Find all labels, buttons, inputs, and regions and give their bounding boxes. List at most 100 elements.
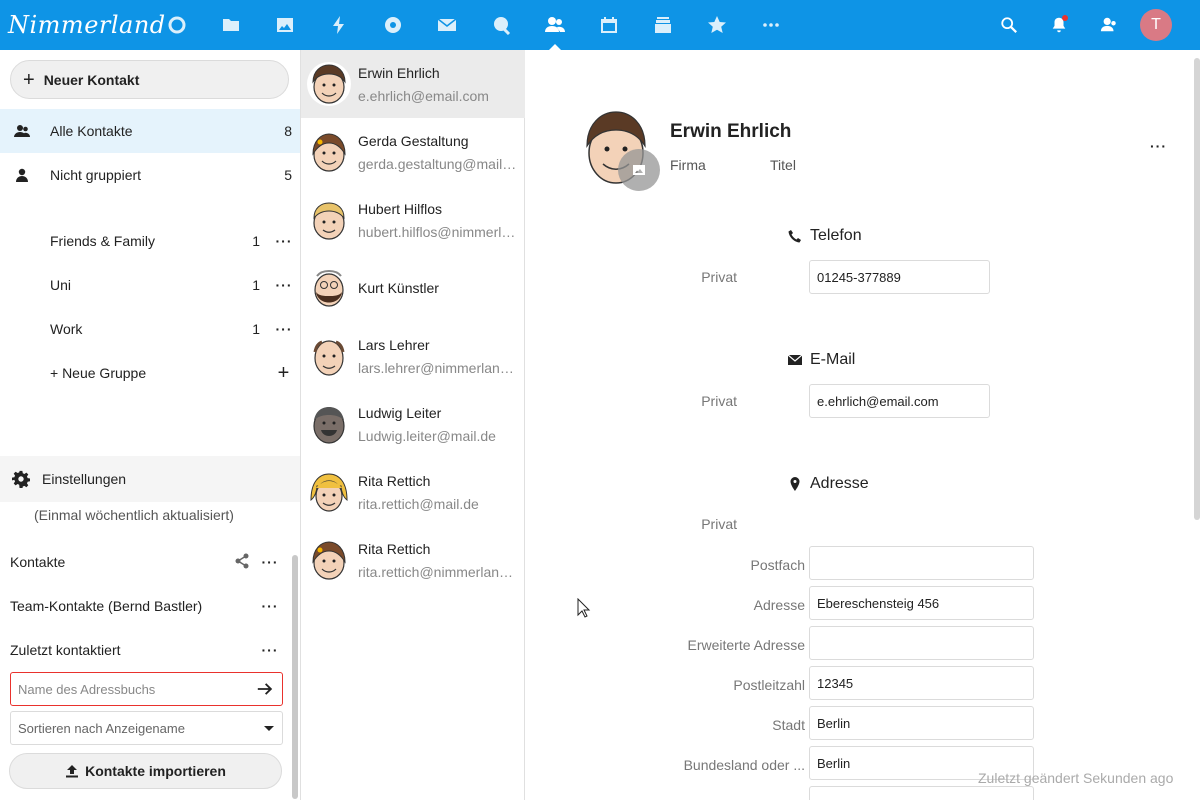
contact-list-item[interactable]: Rita Rettich rita.rettich@mail.de [301, 458, 525, 526]
contact-avatar [313, 340, 345, 376]
mail-icon[interactable] [420, 0, 474, 50]
postal-code-input[interactable]: 12345 [809, 666, 1034, 700]
dashboard-icon[interactable] [150, 0, 204, 50]
app-navigation: + Neuer Kontakt Alle Kontakte 8 Nicht gru… [0, 50, 300, 800]
notifications-icon[interactable] [1034, 0, 1084, 50]
import-contacts-button[interactable]: Kontakte importieren [9, 753, 282, 789]
nav-label: Uni [50, 277, 72, 293]
addressbook-more-icon[interactable]: ··· [250, 598, 290, 614]
contact-list-item[interactable]: Kurt Künstler [301, 254, 525, 322]
talk-icon[interactable] [366, 0, 420, 50]
title-field[interactable]: Titel [770, 157, 796, 173]
sort-selected-value: Sortieren nach Anzeigename [18, 720, 185, 736]
phone-type-label[interactable]: Privat [685, 269, 737, 285]
addressbook-row: Kontakte ··· [10, 547, 290, 577]
contact-avatar [312, 541, 346, 580]
photos-icon[interactable] [258, 0, 312, 50]
import-label: Kontakte importieren [85, 763, 226, 779]
contact-list-item[interactable]: Gerda Gestaltung gerda.gestaltung@mail.de [301, 118, 525, 186]
email-section-header: E-Mail [788, 351, 855, 369]
nav-count: 8 [284, 123, 292, 139]
app-menu [150, 0, 798, 50]
new-group-button[interactable]: + Neue Gruppe + [0, 351, 300, 395]
nav-label: Alle Kontakte [50, 123, 133, 139]
group-more-icon[interactable]: ··· [268, 277, 300, 293]
addressbook-row: Zuletzt kontaktiert ··· [10, 635, 290, 665]
nav-count: 1 [252, 277, 260, 293]
nav-label: + Neue Gruppe [50, 365, 147, 381]
phone-section-header: Telefon [788, 227, 862, 245]
details-scrollbar[interactable] [1194, 58, 1200, 520]
search-app-icon[interactable] [474, 0, 528, 50]
settings-label: Einstellungen [42, 471, 127, 487]
contact-name: Rita Rettich [358, 540, 431, 557]
settings-toggle[interactable]: Einstellungen [0, 456, 300, 502]
plus-icon: + [23, 68, 35, 91]
contact-more-icon[interactable]: ··· [1150, 138, 1167, 154]
nav-scrollbar[interactable] [292, 555, 298, 799]
activity-icon[interactable] [312, 0, 366, 50]
addressbook-row: Team-Kontakte (Bernd Bastler) ··· [10, 591, 290, 621]
last-modified-note: Zuletzt geändert Sekunden ago [978, 770, 1174, 786]
group-more-icon[interactable]: ··· [268, 321, 300, 337]
contacts-menu-icon[interactable] [1084, 0, 1134, 50]
nav-item-group-uni[interactable]: Uni 1 ··· [0, 263, 300, 307]
calendar-icon[interactable] [582, 0, 636, 50]
nav-item-group-work[interactable]: Work 1 ··· [0, 307, 300, 351]
address-field-label: Postleitzahl [733, 677, 805, 693]
sort-select[interactable]: Sortieren nach Anzeigename [10, 711, 283, 745]
change-avatar-button[interactable] [618, 149, 660, 191]
group-more-icon[interactable]: ··· [268, 233, 300, 249]
contacts-group-icon [14, 125, 30, 137]
address-section-header: Adresse [788, 475, 869, 493]
email-type-label[interactable]: Privat [685, 393, 737, 409]
deck-icon[interactable] [636, 0, 690, 50]
new-contact-button[interactable]: + Neuer Kontakt [10, 60, 289, 99]
nav-count: 1 [252, 233, 260, 249]
postbox-input[interactable] [809, 546, 1034, 580]
contact-list-item[interactable]: Erwin Ehrlich e.ehrlich@email.com [301, 50, 525, 118]
contact-avatar [313, 407, 345, 444]
section-title: E-Mail [810, 351, 856, 368]
contact-email: gerda.gestaltung@mail.de [358, 155, 518, 172]
arrow-right-icon[interactable] [248, 680, 282, 698]
country-input[interactable] [809, 786, 1034, 800]
contact-list-item[interactable]: Rita Rettich rita.rettich@nimmerland.de [301, 526, 525, 594]
nav-item-ungrouped[interactable]: Nicht gruppiert 5 [0, 153, 300, 197]
top-bar: Nimmerland T [0, 0, 1200, 50]
contact-name: Hubert Hilflos [358, 200, 443, 217]
more-apps-icon[interactable] [744, 0, 798, 50]
contact-list-item[interactable]: Lars Lehrer lars.lehrer@nimmerland.de [301, 322, 525, 390]
search-icon[interactable] [984, 0, 1034, 50]
contact-email: rita.rettich@nimmerland.de [358, 563, 518, 580]
favorites-icon[interactable] [690, 0, 744, 50]
share-icon[interactable] [234, 553, 250, 572]
addressbook-more-icon[interactable]: ··· [250, 642, 290, 658]
nav-item-all-contacts[interactable]: Alle Kontakte 8 [0, 109, 300, 153]
contact-fullname[interactable]: Erwin Ehrlich [670, 121, 791, 143]
contact-list-item[interactable]: Hubert Hilflos hubert.hilflos@nimmerland.… [301, 186, 525, 254]
gear-icon [12, 470, 30, 488]
location-pin-icon [790, 477, 800, 491]
addressbook-more-icon[interactable]: ··· [250, 554, 290, 570]
addressbook-name-input[interactable]: Name des Adressbuchs [10, 672, 283, 706]
extended-address-input[interactable] [809, 626, 1034, 660]
contact-email: Ludwig.leiter@mail.de [358, 427, 496, 444]
new-contact-label: Neuer Kontakt [43, 71, 140, 88]
files-icon[interactable] [204, 0, 258, 50]
company-field[interactable]: Firma [670, 157, 706, 173]
contact-name: Erwin Ehrlich [358, 64, 440, 81]
contact-email: lars.lehrer@nimmerland.de [358, 359, 518, 376]
street-input[interactable]: Ebereschensteig 456 [809, 586, 1034, 620]
contacts-icon[interactable] [528, 0, 582, 50]
city-input[interactable]: Berlin [809, 706, 1034, 740]
phone-input[interactable]: 01245-377889 [809, 260, 990, 294]
contact-name: Gerda Gestaltung [358, 132, 469, 149]
user-avatar[interactable]: T [1140, 9, 1172, 41]
logo[interactable]: Nimmerland [0, 0, 165, 50]
address-type-label[interactable]: Privat [685, 516, 737, 532]
contact-list-item[interactable]: Ludwig Leiter Ludwig.leiter@mail.de [301, 390, 525, 458]
email-input[interactable]: e.ehrlich@email.com [809, 384, 990, 418]
add-icon[interactable]: + [268, 362, 300, 385]
nav-item-group-friends-family[interactable]: Friends & Family 1 ··· [0, 219, 300, 263]
